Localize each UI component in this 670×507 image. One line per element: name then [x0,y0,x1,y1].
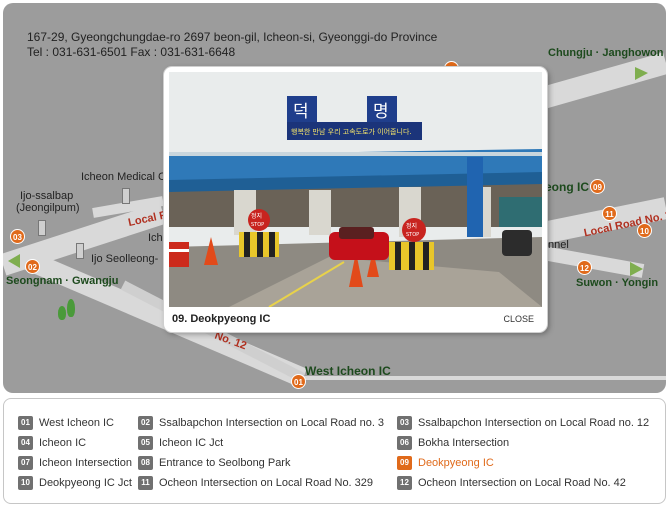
close-button[interactable]: CLOSE [503,314,534,324]
map-label-west-icheon: West Icheon IC [305,364,391,378]
legend-item-07[interactable]: 07 Icheon Intersection [18,455,132,470]
legend-number-badge: 01 [18,415,33,430]
map-label-tunnel: nnel [548,239,569,251]
map-label-ijo-ssalbap: Ijo-ssalbap [20,190,74,202]
svg-text:STOP: STOP [251,222,264,228]
legend-label: Entrance to Seolbong Park [159,456,291,469]
legend-number-badge: 11 [138,475,153,490]
legend-label: Icheon IC [39,436,87,449]
map-label-jeongilpum: (Jeongilpum) [16,202,80,214]
svg-text:STOP: STOP [406,232,419,238]
legend-number-badge: 12 [397,475,412,490]
legend-number-badge: 10 [18,475,33,490]
map-label-seongnam: Seongnam · Gwangju [6,275,119,287]
legend-item-12[interactable]: 12 Ocheon Intersection on Local Road No. … [397,475,626,490]
location-legend: 01 West Icheon IC 02 Ssalbapchon Intersecti… [3,398,666,504]
map-label-icheon-medical: Icheon Medical C [81,171,166,183]
legend-number-badge: 03 [397,415,412,430]
svg-text:정지: 정지 [406,222,417,230]
legend-number-badge: 05 [138,435,153,450]
legend-item-04[interactable]: 04 Icheon IC [18,435,86,450]
legend-label: Ssalbapchon Intersection on Local Road n… [418,416,650,429]
legend-item-02[interactable]: 02 Ssalbapchon Intersection on Local Road… [138,415,384,430]
building-icon [76,243,84,259]
legend-label: Deokpyeong IC [418,456,494,469]
map-label-suwon: Suwon · Yongin [576,277,659,289]
map-label-ijo-seolleong: Ijo Seolleong- [91,253,159,265]
legend-item-05[interactable]: 05 Icheon IC Jct [138,435,223,450]
svg-text:정지: 정지 [251,212,262,220]
legend-item-11[interactable]: 11 Ocheon Intersection on Local Road No. … [138,475,373,490]
tree-icon [67,299,75,317]
popup-title: 09. Deokpyeong IC [172,313,271,325]
legend-number-badge: 04 [18,435,33,450]
legend-item-01[interactable]: 01 West Icheon IC [18,415,114,430]
svg-text:명: 명 [373,102,389,122]
legend-label: Icheon Intersection [39,456,132,469]
map-label-ich: Ich [148,232,163,244]
legend-label: Bokha Intersection [418,436,510,449]
map-label-ocheon-ic: eong IC [545,180,589,194]
legend-label: Ocheon Intersection on Local Road No. 42 [418,476,626,489]
legend-label: Ocheon Intersection on Local Road No. 32… [159,476,374,489]
map-label-chungju: Chungju · Janghowon [548,47,664,59]
map-pin-10[interactable]: 10 [637,223,652,238]
legend-label: West Icheon IC [39,416,114,429]
legend-label: Icheon IC Jct [159,436,224,449]
legend-item-06[interactable]: 06 Bokha Intersection [397,435,509,450]
location-photo: 덕 명 행복한 만남 우리 고속도로가 이어줍니다. 정지 STOP 정지 ST… [169,72,542,307]
tollgate-photo-illustration: 덕 명 행복한 만남 우리 고속도로가 이어줍니다. 정지 STOP 정지 ST… [169,72,542,307]
legend-item-08[interactable]: 08 Entrance to Seolbong Park [138,455,290,470]
legend-number-badge: 08 [138,455,153,470]
map-pin-02[interactable]: 02 [25,259,40,274]
address-line: 167-29, Gyeongchungdae-ro 2697 beon-gil,… [27,30,438,44]
map-pin-11[interactable]: 11 [602,206,617,221]
building-icon [122,188,130,204]
legend-item-09[interactable]: 09 Deokpyeong IC [397,455,494,470]
map-pin-12[interactable]: 12 [577,260,592,275]
photo-sign-text: 덕 [293,102,309,122]
legend-item-10[interactable]: 10 Deokpyeong IC Jct [18,475,132,490]
legend-number-badge: 09 [397,455,412,470]
legend-number-badge: 07 [18,455,33,470]
address-block: 167-29, Gyeongchungdae-ro 2697 beon-gil,… [27,30,437,60]
legend-number-badge: 02 [138,415,153,430]
legend-label: Ssalbapchon Intersection on Local Road n… [159,416,385,429]
phone-fax-line: Tel : 031-631-6501 Fax : 031-631-6648 [27,45,236,59]
legend-label: Deokpyeong IC Jct [39,476,132,489]
map-pin-01[interactable]: 01 [291,374,306,389]
map-pin-03[interactable]: 03 [10,229,25,244]
tree-icon [58,306,66,320]
legend-item-03[interactable]: 03 Ssalbapchon Intersection on Local Road… [397,415,649,430]
photo-banner-text: 행복한 만남 우리 고속도로가 이어줍니다. [291,127,412,136]
building-icon [38,220,46,236]
legend-number-badge: 06 [397,435,412,450]
map-pin-09[interactable]: 09 [590,179,605,194]
location-popup: 덕 명 행복한 만남 우리 고속도로가 이어줍니다. 정지 STOP 정지 ST… [164,67,547,332]
